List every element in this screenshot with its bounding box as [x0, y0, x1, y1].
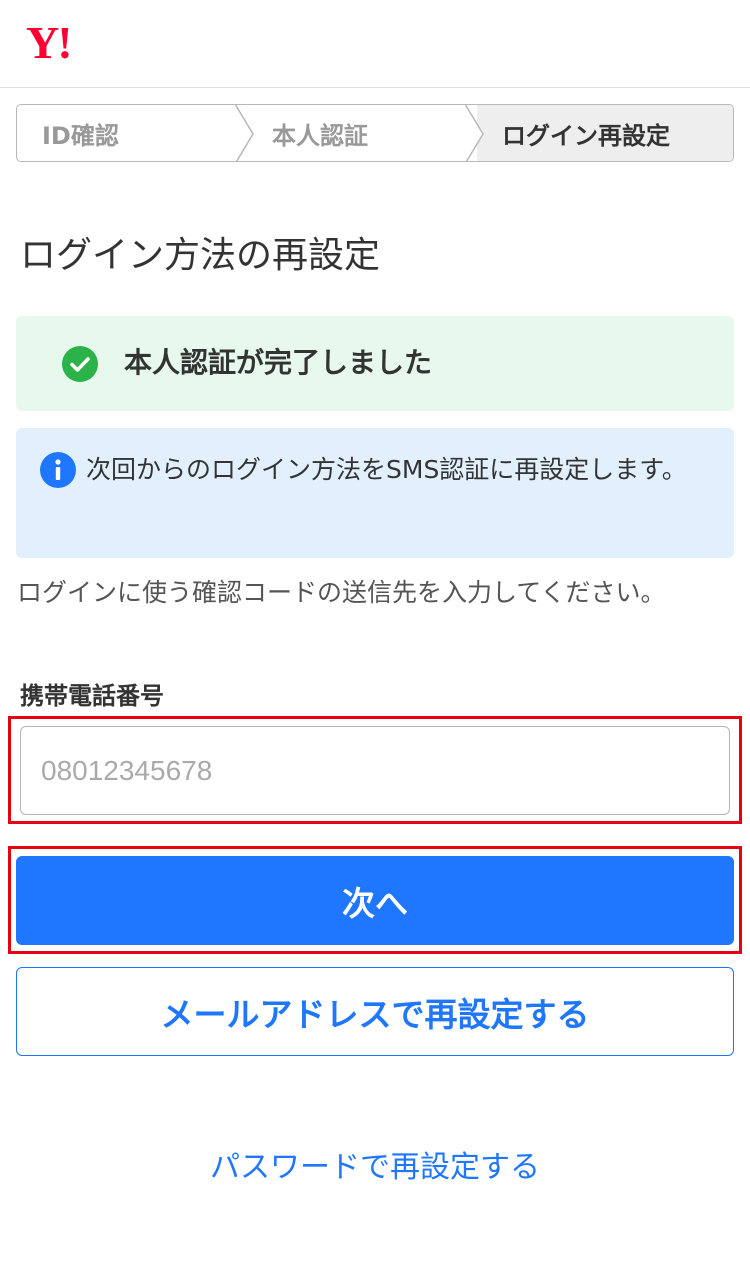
- phone-number-input[interactable]: [20, 726, 730, 815]
- instruction-text: ログインに使う確認コードの送信先を入力してください。: [17, 578, 666, 607]
- success-message: 本人認証が完了しました: [124, 346, 433, 379]
- next-button[interactable]: 次へ: [16, 856, 734, 945]
- logo-text: Y!: [26, 17, 73, 68]
- yahoo-logo[interactable]: Y!: [26, 17, 73, 68]
- chevron-right-icon: [465, 105, 484, 161]
- reset-with-email-button[interactable]: メールアドレスで再設定する: [16, 967, 734, 1056]
- step-label: 本人認証: [272, 121, 368, 150]
- success-message-box: 本人認証が完了しました: [16, 316, 734, 411]
- reset-with-password-link[interactable]: パスワードで再設定する: [0, 1146, 750, 1190]
- step-login-reset-current: ログイン再設定: [477, 105, 733, 161]
- step-label: ID確認: [42, 121, 119, 150]
- info-message: 次回からのログイン方法をSMS認証に再設定します。: [86, 455, 687, 484]
- page-title: ログイン方法の再設定: [20, 235, 381, 276]
- phone-field-label: 携帯電話番号: [20, 682, 164, 710]
- step-label: ログイン再設定: [502, 121, 670, 150]
- step-identity-verification: 本人認証: [247, 105, 484, 161]
- info-icon: [40, 452, 76, 488]
- header: Y!: [0, 0, 750, 88]
- check-circle-icon: [62, 346, 98, 382]
- chevron-right-icon: [235, 105, 254, 161]
- step-id-confirm: ID確認: [17, 105, 254, 161]
- progress-stepper: ID確認 本人認証 ログイン再設定: [16, 104, 734, 162]
- info-message-box: 次回からのログイン方法をSMS認証に再設定します。: [16, 428, 734, 558]
- page: Y! ID確認 本人認証 ログイン再設定 ログイン方法の再設定 本人認証が完了し…: [0, 0, 750, 1269]
